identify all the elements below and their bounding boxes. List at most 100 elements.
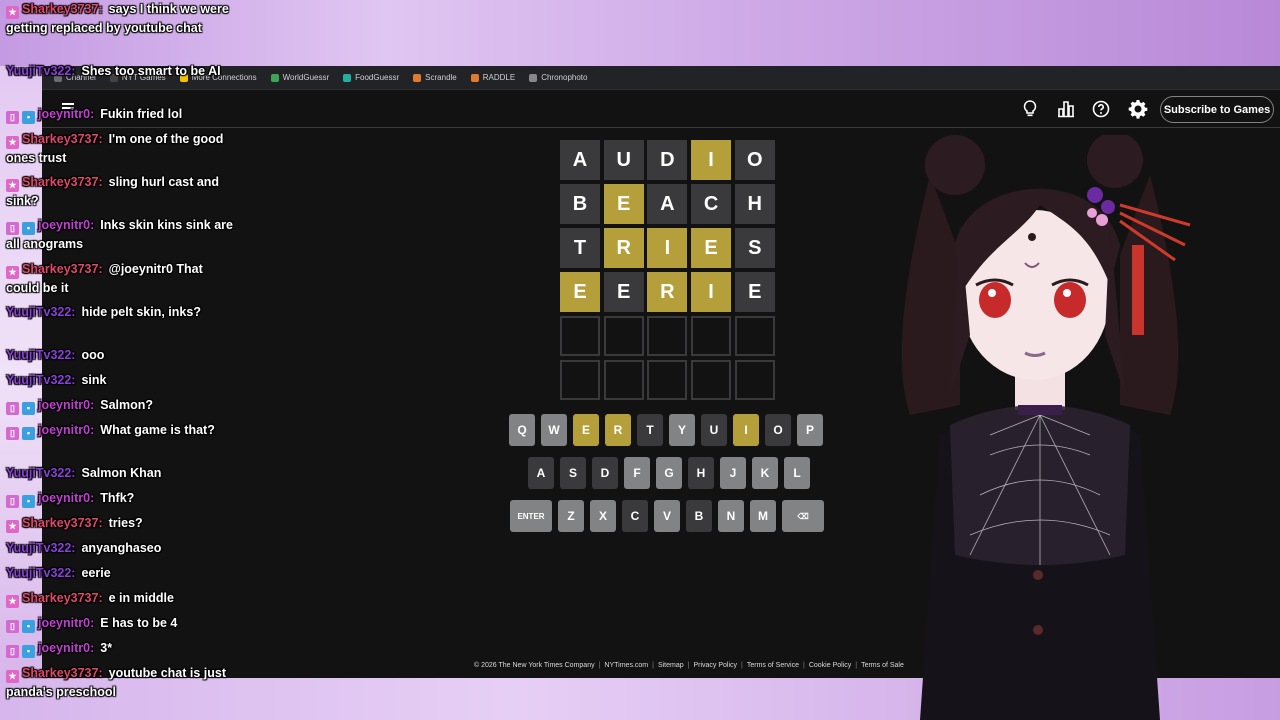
chat-message: ▯ ▪ joeynitr0: Fukin fried lol [6,105,236,124]
chat-username: joeynitr0: [38,423,95,437]
key-e[interactable]: E [573,414,599,446]
tile-0-2: D [647,140,688,180]
key-t[interactable]: T [637,414,663,446]
raddle-icon [470,73,479,82]
footer-link-0[interactable]: © 2026 The New York Times Company [474,662,595,669]
tile-2-1: R [603,228,644,268]
key-a[interactable]: A [528,457,554,489]
verified-badge-icon: ▪ [22,620,35,633]
subscribe-button[interactable]: Subscribe to Games [1160,96,1274,123]
keyboard-row-1: ASDFGHJKL [528,457,810,489]
footer-link-2[interactable]: Sitemap [658,662,684,669]
backspace-key[interactable]: ⌫ [782,500,824,532]
prime-badge-icon: ▯ [6,620,19,633]
tile-5-0 [560,360,600,400]
chat-username: YuujiTv322: [6,64,76,78]
key-k[interactable]: K [752,457,778,489]
star-badge-icon: ★ [6,595,19,608]
chat-text: Salmon Khan [81,466,162,480]
star-badge-icon: ★ [6,670,19,683]
tile-3-0: E [560,272,600,312]
keyboard-row-2: ENTER Z X C V B N M ⌫ [510,500,824,532]
key-z[interactable]: Z [558,500,584,532]
bookmark-3[interactable]: WorldGuessr [270,73,329,82]
key-i[interactable]: I [733,414,759,446]
chat-username: Sharkey3737: [22,591,103,605]
chat-message: ▯ ▪ joeynitr0: E has to be 4 [6,614,236,633]
chat-message: ★ Sharkey3737: says I think we were gettin… [6,0,236,38]
chat-message: YuujiTv322: hide pelt skin, inks? [6,303,236,322]
key-x[interactable]: X [590,500,616,532]
key-w[interactable]: W [541,414,567,446]
key-j[interactable]: J [720,457,746,489]
bookmark-label: FoodGuessr [355,73,400,82]
chat-message: YuujiTv322: anyanghaseo [6,539,236,558]
key-y[interactable]: Y [669,414,695,446]
key-c[interactable]: C [622,500,648,532]
chat-username: YuujiTv322: [6,305,76,319]
chat-message: ▯ ▪ joeynitr0: 3* [6,639,236,658]
enter-key[interactable]: ENTER [510,500,552,532]
tile-3-4: E [734,272,775,312]
chat-username: YuujiTv322: [6,541,76,555]
bookmark-4[interactable]: FoodGuessr [343,73,399,82]
footer-link-4[interactable]: Terms of Service [747,662,799,669]
chat-username: joeynitr0: [38,491,95,505]
footer-divider: | [855,662,858,669]
verified-badge-icon: ▪ [22,222,35,235]
key-d[interactable]: D [592,457,618,489]
bookmark-7[interactable]: Chronophoto [529,73,587,82]
food-icon [343,73,352,82]
chat-username: YuujiTv322: [6,566,76,580]
tile-4-2 [647,316,688,356]
chat-username: joeynitr0: [38,218,95,232]
stats-icon[interactable] [1056,99,1076,119]
bookmark-5[interactable]: Scrandle [413,73,457,82]
chat-message: ★ Sharkey3737: sling hurl cast and sink? [6,173,236,211]
key-b[interactable]: B [686,500,712,532]
chat-text: 3* [100,641,113,655]
footer-link-5[interactable]: Cookie Policy [809,662,851,669]
verified-badge-icon: ▪ [22,645,35,658]
key-n[interactable]: N [718,500,744,532]
tile-0-1: U [603,140,644,180]
chat-username: Sharkey3737: [22,666,103,680]
key-l[interactable]: L [784,457,810,489]
key-u[interactable]: U [701,414,727,446]
chat-text: anyanghaseo [81,541,162,555]
wordle-board: AUDIOBEACHTRIESEERIE [560,140,775,400]
key-m[interactable]: M [750,500,776,532]
settings-icon[interactable] [1128,99,1148,119]
chat-message: YuujiTv322: Shes too smart to be AI [6,62,236,81]
prime-badge-icon: ▯ [6,645,19,658]
footer-divider: | [687,662,690,669]
verified-badge-icon: ▪ [22,402,35,415]
chat-username: joeynitr0: [38,107,95,121]
prime-badge-icon: ▯ [6,222,19,235]
chat-username: Sharkey3737: [22,175,103,189]
key-g[interactable]: G [656,457,682,489]
footer-link-3[interactable]: Privacy Policy [693,662,737,669]
tile-3-2: R [647,272,688,312]
star-badge-icon: ★ [6,136,19,149]
tile-1-0: B [560,184,600,224]
footer-divider: | [652,662,654,669]
key-o[interactable]: O [765,414,791,446]
prime-badge-icon: ▯ [6,427,19,440]
tile-1-4: H [734,184,775,224]
key-f[interactable]: F [624,457,650,489]
help-icon[interactable] [1091,99,1111,119]
key-p[interactable]: P [797,414,823,446]
key-s[interactable]: S [560,457,586,489]
hint-icon[interactable] [1020,99,1040,119]
key-q[interactable]: Q [509,414,535,446]
keyboard-row-0: QWERTYUIOP [509,414,823,446]
key-h[interactable]: H [688,457,714,489]
footer-link-1[interactable]: NYTimes.com [604,662,648,669]
chat-username: Sharkey3737: [22,2,103,16]
key-r[interactable]: R [605,414,631,446]
tile-5-1 [603,360,644,400]
key-v[interactable]: V [654,500,680,532]
chat-message: ★ Sharkey3737: I'm one of the good ones tr… [6,130,236,168]
bookmark-6[interactable]: RADDLE [470,73,515,82]
